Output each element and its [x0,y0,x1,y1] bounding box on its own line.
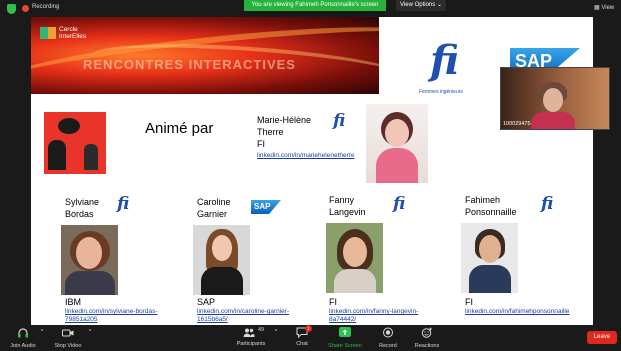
record-button[interactable]: Record [376,327,400,349]
smiley-plus-icon [421,327,432,338]
chevron-up-icon: ^ [88,329,92,335]
share-screen-icon [339,327,351,337]
meeting-top-bar: Recording You are viewing Fahimeh Ponson… [0,0,621,17]
chat-badge: 1 [305,325,312,332]
grid-icon: ▦ [594,5,600,11]
share-screen-label: Share Screen [328,343,362,349]
panelist-1-photo [61,225,118,295]
panelist-2-photo [193,225,250,295]
banner-title: RENCONTRES INTERACTIVES [83,57,296,72]
panelist-2-linkedin-link[interactable]: linkedin.com/in/caroline-garnier- 1615b6… [197,308,289,324]
panelist-4-photo [461,223,518,293]
audio-options-caret[interactable]: ^ [38,329,46,335]
share-screen-button[interactable]: Share Screen [326,327,364,349]
discussion-illustration [44,112,106,174]
recording-label: Recording [32,4,60,10]
participant-id-label: 100029475 [503,121,531,127]
panelist-2-org: SAP [197,297,216,307]
panelist-1-name: Sylviane Bordas [65,197,100,219]
chat-button[interactable]: 1 Chat [291,325,313,347]
shared-screen-slide: Cercle InterElles RENCONTRES INTERACTIVE… [31,17,593,325]
panelist-1-org: IBM [65,297,82,307]
stop-video-button[interactable]: Stop Video [51,327,85,349]
chevron-up-icon: ^ [40,329,44,335]
cercle-logo-mark [40,27,48,39]
leave-button[interactable]: Leave [587,331,617,344]
view-button[interactable]: ▦ View [594,4,614,11]
stop-video-label: Stop Video [54,343,82,349]
panelist-1-fi-logo: fi [117,194,130,214]
cercle-interelles-logo: Cercle InterElles [59,26,87,40]
panelist-3-fi-logo: fi [393,194,406,214]
video-camera-icon [62,329,74,337]
headphones-icon [18,328,28,338]
viewing-screen-banner: You are viewing Fahimeh Ponsonnaille's s… [244,0,386,11]
record-label: Record [379,343,397,349]
participants-icon [243,328,255,337]
view-label: View [601,5,615,11]
panelist-3-photo [326,223,383,293]
panelist-3-org: FI [329,297,337,307]
participants-options-caret[interactable]: ^ [272,329,280,335]
view-options-button[interactable]: View Options ⌄ [396,0,446,11]
panelist-1-linkedin-link[interactable]: linkedin.com/in/sylviane-bordas- 79851a2… [65,308,158,324]
security-shield-icon[interactable] [7,4,16,14]
participants-label: Participants [236,341,266,347]
panelist-4-org: FI [465,297,473,307]
reactions-button[interactable]: Reactions [412,327,442,349]
moderator-name: Marie-Hélène Therre FI [257,115,312,149]
join-audio-button[interactable]: Join Audio [6,327,40,349]
reactions-label: Reactions [414,343,440,349]
panelist-3-linkedin-link[interactable]: linkedin.com/in/fanny-langevin- 8a74442/ [329,308,418,324]
participants-count: 49 [258,327,265,333]
panelist-4-fi-logo: fi [541,194,554,214]
recording-icon [22,5,29,12]
moderator-photo [366,104,428,183]
chevron-down-icon: ⌄ [436,2,442,8]
panelist-4-name: Fahimeh Ponsonnaille [465,195,517,217]
moderator-intro: Animé par [145,120,214,137]
panelist-3-name: Fanny Langevin [329,195,366,217]
event-banner: Cercle InterElles RENCONTRES INTERACTIVE… [31,17,379,94]
moderator-fi-logo: fi [333,111,346,131]
video-options-caret[interactable]: ^ [86,329,94,335]
panelist-2-name: Caroline Garnier [197,197,231,219]
speech-bubble-icon [58,118,80,134]
record-icon [383,327,393,338]
chevron-up-icon: ^ [274,329,278,335]
participants-button[interactable]: 49 Participants [232,327,270,347]
femmes-ingenieurs-logo: fi Femmes ingénieurs [419,37,463,95]
meeting-toolbar: Join Audio ^ Stop Video ^ 49 Participant… [0,325,621,351]
join-audio-label: Join Audio [10,343,36,349]
moderator-linkedin-link[interactable]: linkedin.com/in/mariehelenetherre [257,152,355,159]
view-options-label: View Options [400,2,436,8]
chat-label: Chat [296,341,308,347]
moderator-org: FI [257,139,265,149]
panelist-4-linkedin-link[interactable]: linkedin.com/in/fahimehponsonnaille [465,308,569,316]
